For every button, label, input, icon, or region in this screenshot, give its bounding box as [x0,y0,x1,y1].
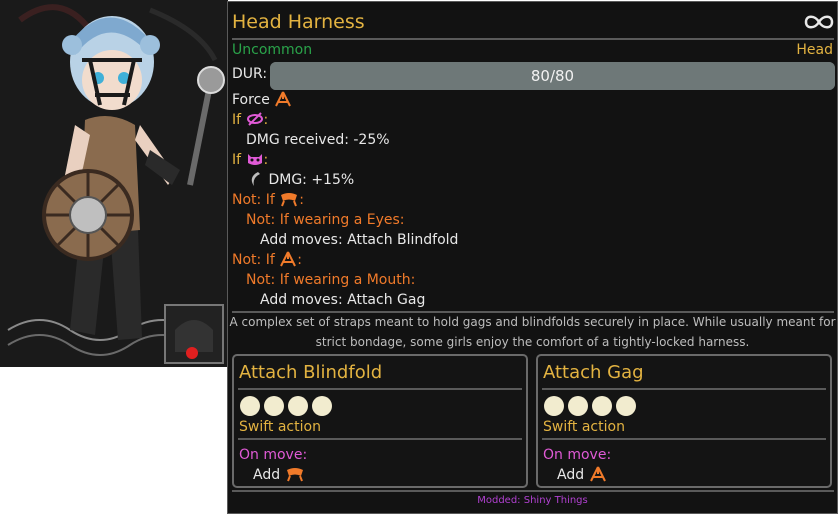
blindfold-icon [286,468,303,482]
item-description-line-2: strict bondage, some girls enjoy the com… [315,335,750,349]
separator [238,438,522,440]
separator [232,38,834,40]
condition-3-sub: Not: If wearing a Eyes: [246,211,404,229]
separator [542,388,826,390]
move-name: Attach Blindfold [239,362,383,383]
rarity-label: Uncommon [232,42,313,58]
move-card-attach-blindfold[interactable]: Attach Blindfold Swift action On move: A… [232,354,528,488]
move-effect-text: Add [253,467,281,483]
move-action-type: Swift action [239,419,321,435]
condition-3-suffix: : [299,192,304,208]
item-description-line-1: A complex set of straps meant to hold ga… [229,315,836,329]
condition-2-effect-text: DMG: +15% [268,172,355,188]
move-trigger: On move: [543,447,612,463]
move-cost-pips [544,396,636,416]
monster-face-icon [247,154,262,165]
condition-2-effect: DMG: +15% [246,171,354,189]
gag-icon [275,91,292,107]
separator [542,438,826,440]
condition-3-prefix: Not: If [232,192,275,208]
condition-1-prefix: If [232,112,242,128]
cost-pip [544,396,564,416]
move-card-attach-gag[interactable]: Attach Gag Swift action On move: Add [536,354,832,488]
cost-pip [592,396,612,416]
separator [238,388,522,390]
condition-2-suffix: : [263,152,269,168]
condition-4: Not: If : [232,251,302,269]
condition-3-effect: Add moves: Attach Blindfold [260,232,459,248]
condition-2-prefix: If [232,152,242,168]
condition-2: If : [232,151,268,169]
move-effect-text: Add [557,467,585,483]
condition-1-effect: DMG received: -25% [246,132,390,148]
condition-3-sub-text: Not: If wearing a Eyes: [246,212,405,228]
stat-force-label: Force [232,92,270,108]
move-cost-pips [240,396,332,416]
cost-pip [312,396,332,416]
gag-icon [280,251,297,267]
mod-source: Modded: Shiny Things [477,495,588,506]
cost-pip [288,396,308,416]
cost-pip [264,396,284,416]
durability-label: DUR: [232,66,268,82]
stat-force: Force [232,91,292,109]
cost-pip [568,396,588,416]
item-tooltip: Head Harness Uncommon Head DUR: 80/80 Fo… [227,1,838,514]
claw-icon [251,172,260,186]
blindfold-icon [281,193,298,207]
item-name: Head Harness [232,11,365,33]
condition-4-sub-text: Not: If wearing a Mouth: [246,272,416,288]
durability-bar: 80/80 [270,62,835,90]
separator [232,490,834,492]
condition-4-suffix: : [297,252,302,268]
cost-pip [240,396,260,416]
move-trigger: On move: [239,447,308,463]
move-effect: Add [253,466,305,484]
character-portrait [0,0,228,367]
move-effect: Add [557,466,607,484]
condition-4-effect: Add moves: Attach Gag [260,292,426,308]
move-action-type: Swift action [543,419,625,435]
cost-pip [616,396,636,416]
condition-3: Not: If : [232,191,304,209]
eye-crossed-icon [246,112,263,126]
condition-4-prefix: Not: If [232,252,275,268]
gag-icon [589,466,606,482]
infinity-icon [803,11,835,38]
condition-1-suffix: : [263,112,269,128]
condition-1: If : [232,111,268,129]
condition-4-sub: Not: If wearing a Mouth: [246,271,415,289]
slot-label: Head [796,42,833,58]
durability-value: 80/80 [530,67,575,85]
move-name: Attach Gag [543,362,644,383]
